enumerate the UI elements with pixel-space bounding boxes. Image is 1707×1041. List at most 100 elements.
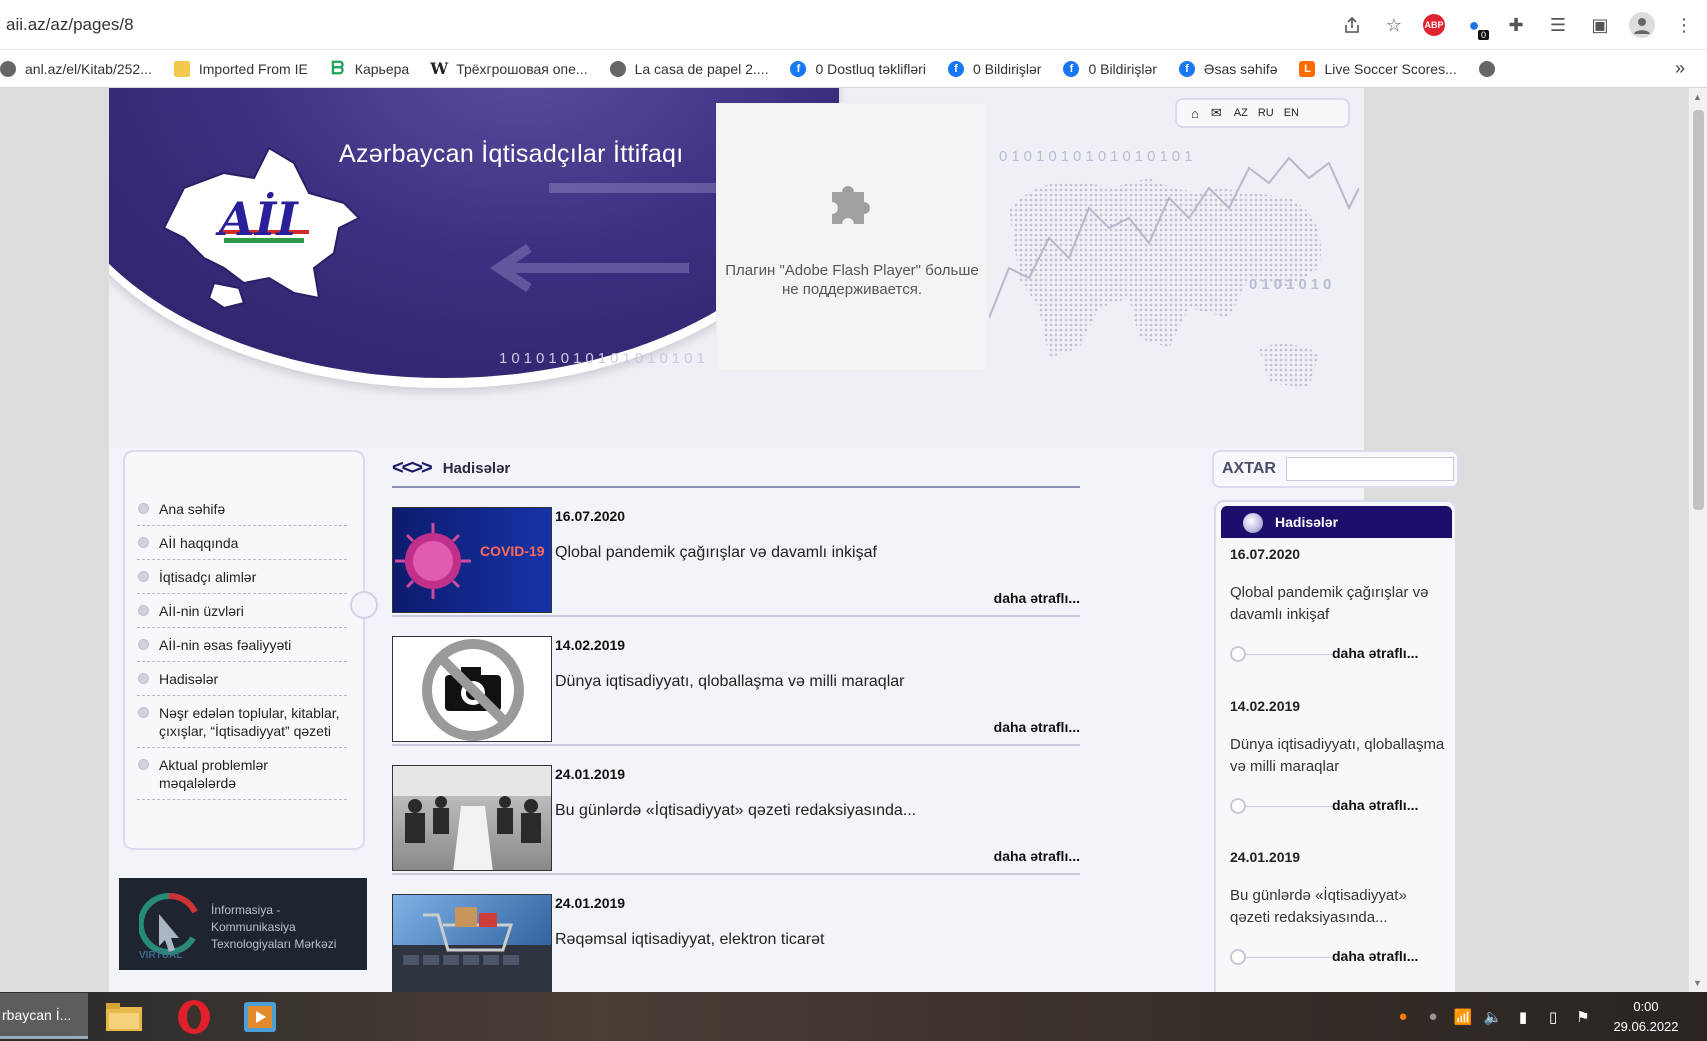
right-news-more-row: daha ətraflı... (1230, 947, 1450, 967)
folder-icon (173, 60, 190, 77)
read-more-link[interactable]: daha ətraflı... (994, 848, 1080, 864)
nav-item-activity[interactable]: AİI-nin əsas fəaliyyəti (137, 628, 347, 662)
bookmark-item[interactable]: f0 Dostluq təklifləri (790, 60, 926, 77)
nav-item-publications[interactable]: Nəşr edələn toplular, kitablar, çıxışlar… (137, 696, 347, 748)
nav-item-articles[interactable]: Aktual problemlər məqalələrdə (137, 748, 347, 800)
nav-decorative-knob (350, 591, 378, 619)
extension-badge-icon[interactable]: ● 0 (1461, 12, 1489, 40)
binary-decoration: 0101010 (1249, 276, 1336, 293)
adblock-icon[interactable]: ABP (1423, 14, 1445, 36)
ikt-center-banner[interactable]: İnformasiya - Kommunikasiya Texnologiyal… (119, 878, 367, 970)
right-news-header: Hadisələr (1221, 506, 1452, 538)
signal-bars-icon[interactable]: ▮ (1511, 1005, 1535, 1029)
covid-virus-image[interactable]: COVID-19 (392, 507, 552, 613)
bookmark-item[interactable]: f0 Bildirişlər (947, 60, 1041, 77)
flag-icon[interactable]: ⚑ (1571, 1005, 1595, 1029)
globe-icon (609, 60, 626, 77)
bookmark-item[interactable]: La casa de papel 2.... (609, 60, 768, 77)
right-news-item: 24.01.2019 Bu günlərdə «İqtisadiyyat» qə… (1230, 849, 1450, 967)
nav-item-events[interactable]: Hadisələr (137, 662, 347, 696)
scroll-up-arrow-icon[interactable]: ▲ (1693, 92, 1702, 102)
vertical-scrollbar[interactable]: ▲ ▼ (1688, 88, 1707, 992)
share-icon[interactable] (1339, 12, 1365, 38)
news-item: 24.01.2019 Bu günlərdə «İqtisadiyyat» qə… (392, 746, 1080, 875)
avast-icon[interactable]: ● (1391, 1005, 1415, 1029)
right-news-title-text[interactable]: Bu günlərdə «İqtisadiyyat» qəzeti redaks… (1230, 885, 1450, 929)
profile-avatar-icon[interactable] (1629, 12, 1655, 38)
right-news-date: 24.01.2019 (1230, 849, 1301, 865)
divider-line (1246, 654, 1332, 655)
nav-item-home[interactable]: Ana səhifə (137, 492, 347, 526)
bookmark-item[interactable]: L Live Soccer Scores... (1299, 60, 1457, 77)
page-viewport: 0101010101010101 0101010 101010101010101… (0, 88, 1688, 992)
news-date: 14.02.2019 (555, 637, 626, 653)
file-explorer-icon[interactable] (104, 999, 144, 1035)
ecommerce-cart-image[interactable] (392, 894, 552, 992)
bookmark-item[interactable]: f Əsas səhifə (1178, 60, 1277, 77)
bookmark-item[interactable]: W Трёхгрошовая опе... (430, 59, 587, 78)
globe-icon (0, 60, 16, 77)
facebook-icon: f (790, 60, 807, 77)
news-title[interactable]: Dünya iqtisadiyyatı, qloballaşma və mill… (555, 673, 904, 691)
bullet-icon (138, 571, 149, 582)
lang-ru-link[interactable]: RU (1258, 107, 1274, 119)
news-title[interactable]: Qlobal pandemik çağırışlar və davamlı in… (555, 544, 877, 562)
read-more-link[interactable]: daha ətraflı... (1332, 797, 1418, 813)
scroll-thumb[interactable] (1693, 110, 1704, 510)
binary-decoration: 0101010101010101 (999, 148, 1197, 165)
bookmark-item[interactable]: ᗷ Карьера (330, 58, 409, 78)
bullet-icon (138, 707, 149, 718)
menu-kebab-icon[interactable]: ⋮ (1671, 12, 1697, 38)
clock-time: 0:00 (1633, 998, 1659, 1014)
media-player-icon[interactable] (240, 999, 280, 1035)
scroll-down-arrow-icon[interactable]: ▼ (1693, 978, 1702, 988)
facebook-icon: f (947, 60, 964, 77)
nav-item-scientists[interactable]: İqtisadçı alimlər (137, 560, 347, 594)
battery-icon[interactable]: ▯ (1541, 1005, 1565, 1029)
taskbar-clock[interactable]: 0:00 29.06.2022 (1601, 997, 1691, 1037)
right-news-item: 14.02.2019 Dünya iqtisadiyyatı, qloballa… (1230, 698, 1450, 816)
news-title[interactable]: Bu günlərdə «İqtisadiyyat» qəzeti redaks… (555, 802, 916, 820)
lang-az-link[interactable]: AZ (1234, 107, 1248, 119)
puzzle-extensions-icon[interactable]: ✚ (1503, 12, 1529, 38)
right-news-title-text[interactable]: Qlobal pandemik çağırışlar və davamlı in… (1230, 582, 1450, 626)
mail-icon[interactable]: ✉ (1211, 105, 1222, 121)
site-page: 0101010101010101 0101010 101010101010101… (109, 88, 1459, 992)
bullet-icon (138, 759, 149, 770)
right-news-title-text[interactable]: Dünya iqtisadiyyatı, qloballaşma və mill… (1230, 734, 1450, 778)
reading-list-icon[interactable]: ☰ (1545, 12, 1571, 38)
bookmark-item[interactable]: anl.az/el/Kitab/252... (0, 60, 152, 77)
no-photo-image[interactable] (392, 636, 552, 742)
volume-icon[interactable]: 🔈 (1481, 1005, 1505, 1029)
url-text[interactable]: aii.az/az/pages/8 (6, 15, 134, 35)
meeting-photo-image[interactable] (392, 765, 552, 871)
read-more-link[interactable]: daha ətraflı... (994, 590, 1080, 606)
home-icon[interactable]: ⌂ (1191, 106, 1199, 121)
section-header: <<>> Hadisələr (392, 450, 1080, 488)
bullet-icon (138, 503, 149, 514)
clock-date: 29.06.2022 (1613, 1018, 1679, 1034)
nav-item-about[interactable]: AİI haqqında (137, 526, 347, 560)
bookmark-item[interactable]: f0 Bildirişlər (1063, 60, 1157, 77)
search-box: AXTAR (1212, 450, 1459, 488)
bookmark-star-icon[interactable]: ☆ (1381, 12, 1407, 38)
knob-icon (1230, 646, 1246, 662)
read-more-link[interactable]: daha ətraflı... (1332, 948, 1418, 964)
site-title[interactable]: Azərbaycan İqtisadçılar İttifaqı (339, 140, 684, 169)
bookmarks-overflow-chevron-icon[interactable]: » (1675, 58, 1685, 79)
nav-item-members[interactable]: AİI-nin üzvləri (137, 594, 347, 628)
wifi-icon[interactable]: 📶 (1451, 1005, 1475, 1029)
read-more-link[interactable]: daha ətraflı... (994, 719, 1080, 735)
search-input[interactable] (1285, 457, 1454, 481)
taskbar-active-window[interactable]: rbaycan İ... (0, 993, 88, 1039)
side-panel-icon[interactable]: ▣ (1587, 12, 1613, 38)
bookmark-item[interactable] (1478, 60, 1504, 77)
lang-en-link[interactable]: EN (1284, 107, 1299, 119)
bookmark-item[interactable]: Imported From IE (173, 60, 308, 77)
opera-browser-icon[interactable] (174, 999, 214, 1035)
bullet-icon (138, 605, 149, 616)
news-title[interactable]: Rəqəmsal iqtisadiyyat, elektron ticarət (555, 931, 824, 949)
app-tray-icon[interactable]: ● (1421, 1005, 1445, 1029)
wikipedia-icon: W (430, 59, 449, 78)
read-more-link[interactable]: daha ətraflı... (1332, 645, 1418, 661)
